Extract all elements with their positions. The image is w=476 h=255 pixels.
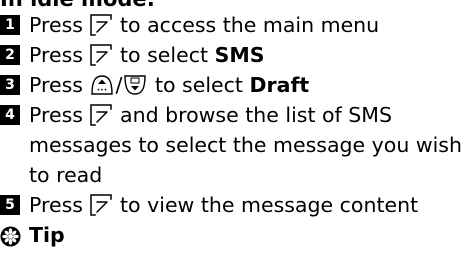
step-text: Press ••• / to select Draft <box>29 70 476 100</box>
step-text-after: to view the message content <box>120 193 419 217</box>
up-arrow-key-icon: ••• <box>90 74 114 96</box>
tip-callout: Tip <box>0 220 65 250</box>
step-number-badge: 2 <box>0 45 20 65</box>
instruction-step-1: 1 Press to access the main menu <box>0 10 476 40</box>
step-text-after: to access the main menu <box>120 13 380 37</box>
step-text: Press to access the main menu <box>29 10 476 40</box>
svg-text:•••: ••• <box>97 87 108 94</box>
tip-gear-icon <box>0 225 21 247</box>
menu-option-name: SMS <box>214 43 265 67</box>
step-text: Press to select SMS <box>29 40 476 70</box>
step-text-before: Press <box>29 103 83 127</box>
menu-softkey-icon <box>90 104 113 126</box>
step-number-badge: 1 <box>0 15 20 35</box>
step-text-before: Press <box>29 193 83 217</box>
step-text-after: to select <box>154 73 243 97</box>
step-text: Press to view the message content <box>29 190 476 220</box>
instruction-step-2: 2 Press to select SMS <box>0 40 476 70</box>
step-number-badge: 3 <box>0 75 20 95</box>
menu-softkey-icon <box>90 14 113 36</box>
key-separator: / <box>115 73 123 97</box>
step-text: Press and browse the list of SMS message… <box>29 100 476 190</box>
tip-label: Tip <box>29 223 65 247</box>
step-text-before: Press <box>29 13 83 37</box>
menu-softkey-icon <box>90 44 113 66</box>
down-arrow-key-icon <box>123 74 147 96</box>
step-number-badge: 4 <box>0 105 20 125</box>
step-text-before: Press <box>29 43 83 67</box>
step-text-after: to select <box>120 43 209 67</box>
step-number-badge: 5 <box>0 195 20 215</box>
step-text-before: Press <box>29 73 83 97</box>
instruction-step-4: 4 Press and browse the list of SMS messa… <box>0 100 476 190</box>
menu-option-name: Draft <box>249 73 310 97</box>
menu-softkey-icon <box>90 194 113 216</box>
instruction-step-3: 3 Press ••• / to select Draft <box>0 70 476 100</box>
instruction-step-5: 5 Press to view the message content <box>0 190 476 220</box>
